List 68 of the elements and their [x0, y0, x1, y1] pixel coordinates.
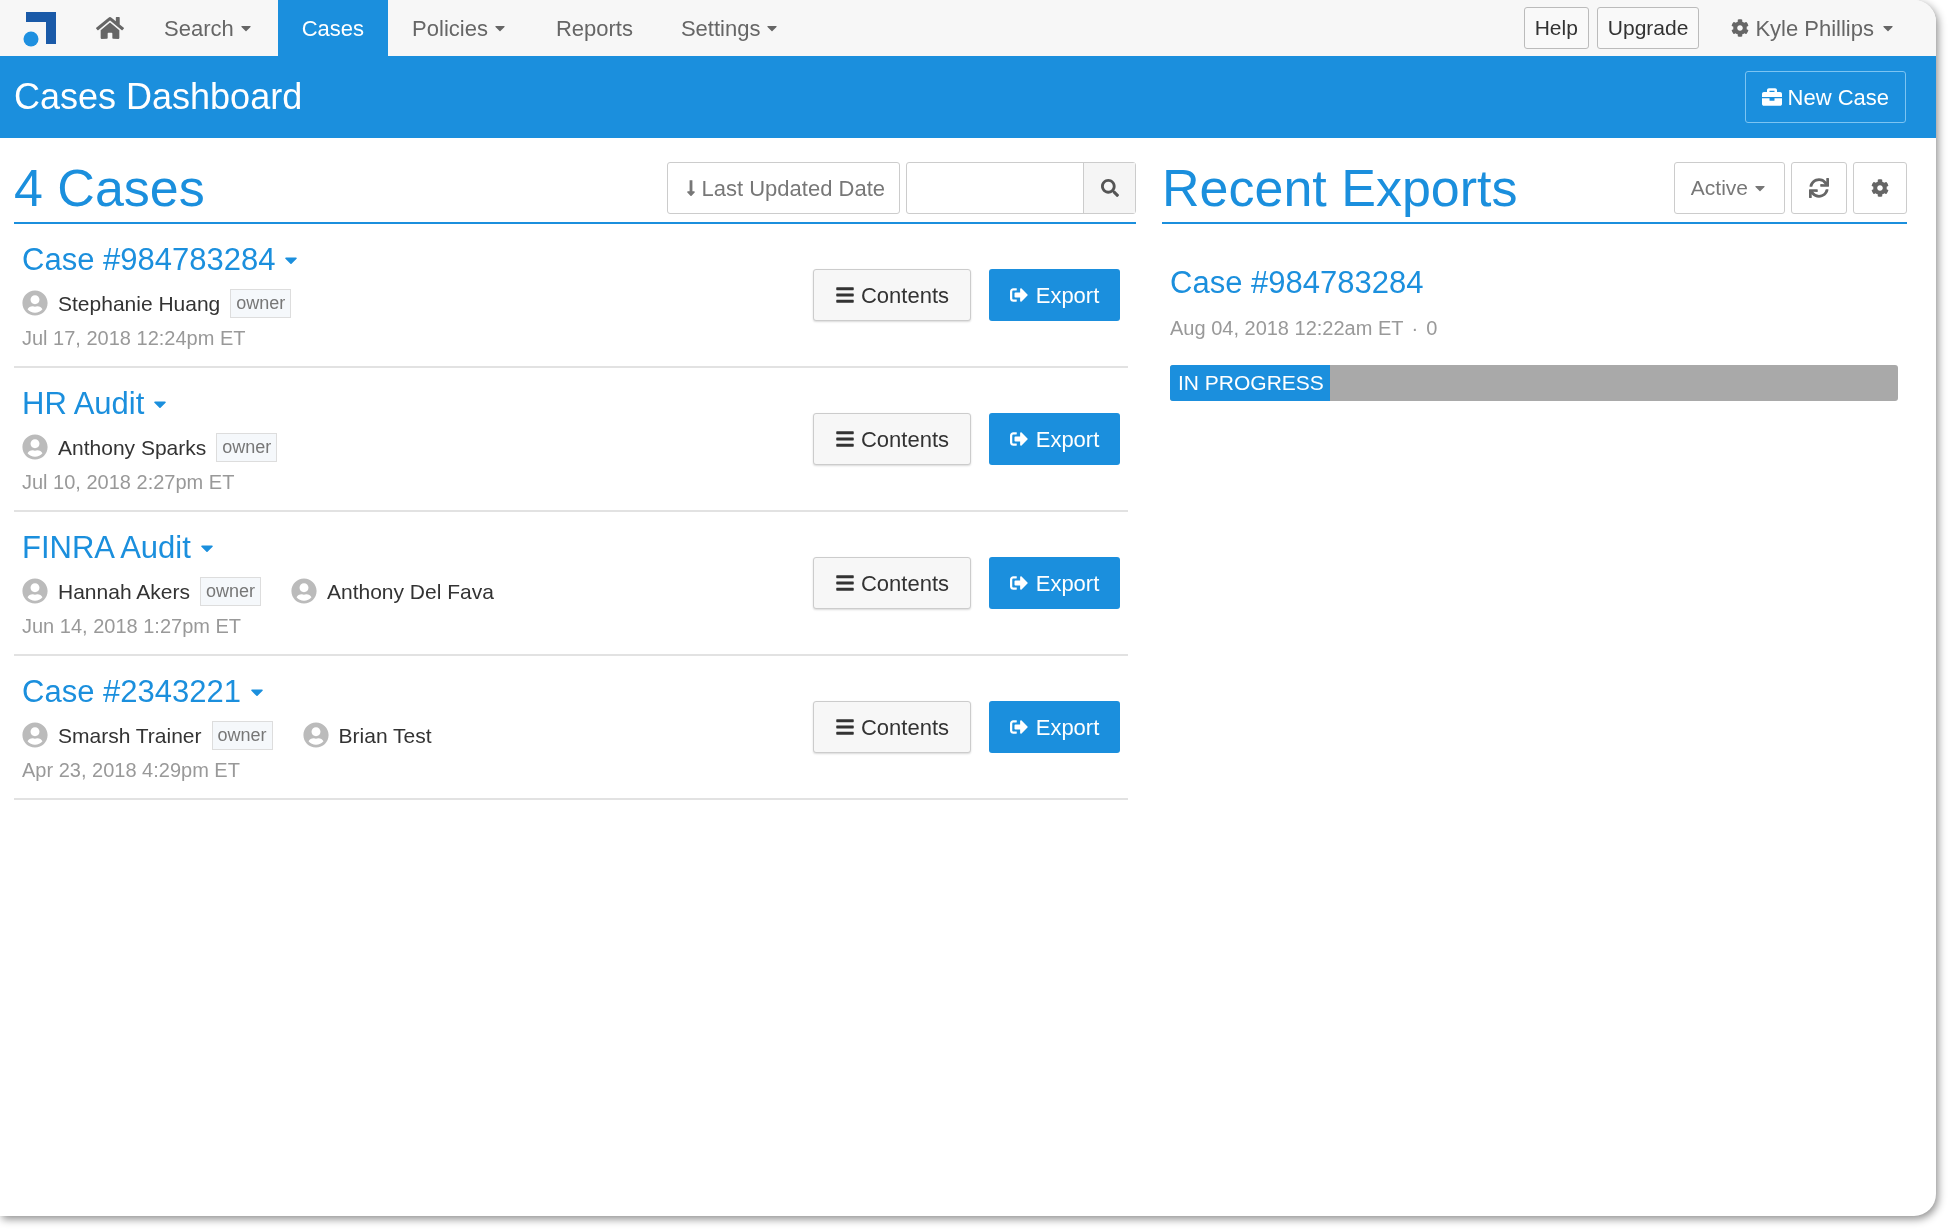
case-date: Jun 14, 2018 1:27pm ET	[22, 614, 243, 639]
header-button[interactable]: Upgrade	[1596, 7, 1700, 49]
cases-count-title: 4 Cases	[14, 162, 205, 214]
person-name: Stephanie Huang	[58, 290, 221, 317]
case-title-link[interactable]: Case #2343221	[22, 669, 432, 716]
avatar-icon	[22, 290, 48, 317]
settings-icon	[1871, 179, 1889, 197]
avatar-icon	[290, 578, 317, 605]
sign-out-icon	[1009, 430, 1028, 448]
contents-button[interactable]: Contents	[813, 269, 971, 321]
nav-tab[interactable]: Cases	[277, 0, 389, 56]
settings-button[interactable]	[1853, 162, 1907, 214]
nav-tab[interactable]: Policies	[388, 0, 532, 56]
user-menu[interactable]: Kyle Phillips	[1731, 11, 1896, 45]
list-icon	[834, 285, 855, 305]
sign-out-icon	[1009, 286, 1028, 304]
person-name: Anthony Sparks	[58, 434, 207, 461]
avatar-icon	[22, 722, 48, 749]
home-icon	[96, 14, 124, 42]
list-icon	[834, 717, 855, 737]
separator-dot: ·	[1411, 315, 1419, 341]
header-button[interactable]: Help	[1523, 7, 1589, 49]
avatar-icon	[302, 722, 329, 749]
export-case-link[interactable]: Case #984783284	[1170, 260, 1899, 307]
filter-dropdown[interactable]: Active	[1673, 162, 1785, 214]
person-name: Smarsh Trainer	[58, 722, 202, 749]
role-tag: owner	[211, 720, 273, 750]
nav-tab[interactable]: Search	[140, 0, 278, 56]
person-name: Anthony Del Fava	[326, 578, 494, 605]
case-date: Jul 10, 2018 2:27pm ET	[22, 470, 236, 495]
contents-button[interactable]: Contents	[813, 413, 971, 465]
case-date: Apr 23, 2018 4:29pm ET	[22, 758, 241, 783]
export-count: 0	[1426, 315, 1438, 341]
export-button[interactable]: Export	[989, 269, 1120, 321]
page-title: Cases Dashboard	[14, 75, 303, 119]
avatar-icon	[22, 434, 48, 461]
search-icon	[1100, 179, 1119, 197]
sign-out-icon	[1009, 574, 1028, 592]
export-button[interactable]: Export	[989, 557, 1120, 609]
new-case-button[interactable]: New Case	[1744, 71, 1906, 123]
case-date: Jul 17, 2018 12:24pm ET	[22, 326, 247, 351]
sign-out-icon	[1009, 718, 1028, 736]
search-button[interactable]	[1083, 163, 1135, 213]
refresh-icon	[1809, 178, 1829, 198]
search-field[interactable]	[906, 162, 1136, 214]
avatar-icon	[22, 578, 48, 605]
role-tag: owner	[230, 288, 292, 318]
person-name: Hannah Akers	[58, 578, 190, 605]
nav-tab[interactable]: Reports	[531, 0, 657, 56]
contents-button[interactable]: Contents	[813, 701, 971, 753]
list-icon	[834, 429, 855, 449]
contents-button[interactable]: Contents	[813, 557, 971, 609]
list-icon	[834, 573, 855, 593]
role-tag: owner	[216, 432, 278, 462]
nav-tab[interactable]: Settings	[656, 0, 805, 56]
case-title-link[interactable]: FINRA Audit	[22, 525, 494, 572]
case-title-link[interactable]: HR Audit	[22, 381, 278, 428]
export-button[interactable]: Export	[989, 701, 1120, 753]
progress-status: IN PROGRESS	[1177, 369, 1325, 396]
role-tag: owner	[199, 576, 261, 606]
settings-icon	[1731, 19, 1750, 37]
export-date: Aug 04, 2018 12:22am ET	[1170, 315, 1404, 341]
case-title-link[interactable]: Case #984783284	[22, 237, 302, 284]
export-button[interactable]: Export	[989, 413, 1120, 465]
refresh-button[interactable]	[1791, 162, 1847, 214]
sort-button[interactable]: Last Updated Date	[666, 162, 900, 214]
person-name: Brian Test	[338, 722, 432, 749]
briefcase-icon	[1761, 87, 1782, 107]
